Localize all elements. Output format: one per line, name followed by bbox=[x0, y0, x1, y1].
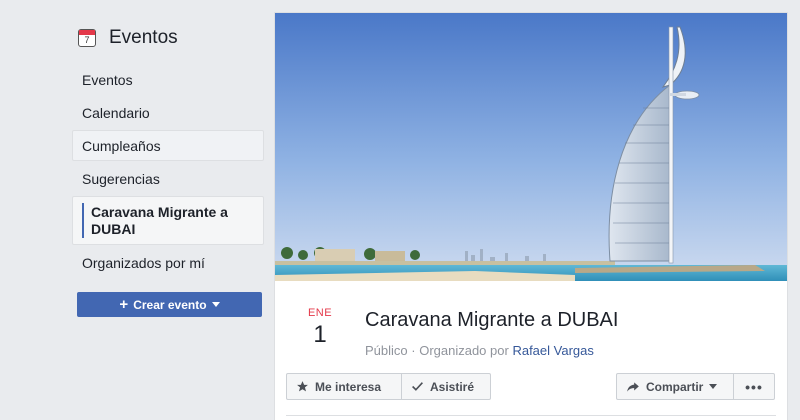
sidebar-item-eventos[interactable]: Eventos bbox=[72, 64, 264, 95]
event-privacy: Público bbox=[365, 343, 408, 358]
meta-separator: · bbox=[407, 343, 420, 358]
interested-button[interactable]: Me interesa bbox=[286, 373, 402, 400]
sidebar: 7 Eventos Eventos Calendario Cumpleaños … bbox=[72, 20, 264, 317]
sidebar-item-calendario[interactable]: Calendario bbox=[72, 97, 264, 128]
sidebar-item-label: Sugerencias bbox=[82, 170, 160, 187]
calendar-icon: 7 bbox=[78, 29, 96, 47]
share-label: Compartir bbox=[646, 379, 704, 394]
cover-image bbox=[275, 13, 787, 281]
sidebar-item-label: Calendario bbox=[82, 104, 150, 121]
sidebar-item-label: Caravana Migrante a DUBAI bbox=[91, 203, 228, 237]
sidebar-item-label: Eventos bbox=[82, 71, 133, 88]
event-cover-photo[interactable] bbox=[275, 13, 787, 281]
sidebar-item-current-event[interactable]: Caravana Migrante a DUBAI bbox=[72, 196, 264, 245]
organizer-link[interactable]: Rafael Vargas bbox=[512, 343, 593, 358]
ellipsis-icon: ••• bbox=[745, 378, 763, 395]
more-options-button[interactable]: ••• bbox=[733, 373, 775, 400]
event-day: 1 bbox=[313, 321, 327, 348]
chevron-down-icon bbox=[709, 384, 718, 389]
sidebar-item-sugerencias[interactable]: Sugerencias bbox=[72, 163, 264, 194]
sidebar-item-organizados[interactable]: Organizados por mí bbox=[72, 247, 264, 278]
create-event-button[interactable]: + Crear evento bbox=[77, 292, 262, 317]
event-date: ENE 1 bbox=[303, 307, 337, 349]
event-month: ENE bbox=[307, 307, 333, 319]
sidebar-nav: Eventos Calendario Cumpleaños Sugerencia… bbox=[72, 64, 264, 278]
going-label: Asistiré bbox=[430, 379, 475, 394]
sidebar-item-cumpleanos[interactable]: Cumpleaños bbox=[72, 130, 264, 161]
event-header: ENE 1 Caravana Migrante a DUBAI Público … bbox=[275, 303, 787, 363]
going-button[interactable]: Asistiré bbox=[401, 373, 491, 400]
sidebar-title: Eventos bbox=[109, 27, 178, 48]
sidebar-item-label: Organizados por mí bbox=[82, 254, 205, 271]
sidebar-header[interactable]: 7 Eventos bbox=[72, 20, 264, 56]
event-meta: Público · Organizado por Rafael Vargas bbox=[365, 343, 594, 358]
checkmark-icon bbox=[411, 380, 424, 393]
share-button[interactable]: Compartir bbox=[616, 373, 734, 400]
create-event-label: Crear evento bbox=[133, 297, 207, 312]
event-actions: Me interesa Asistiré Compartir ••• bbox=[286, 373, 776, 400]
share-arrow-icon bbox=[626, 381, 640, 393]
divider bbox=[286, 415, 776, 416]
sidebar-item-label: Cumpleaños bbox=[82, 137, 161, 154]
interested-label: Me interesa bbox=[315, 379, 382, 394]
star-icon bbox=[296, 380, 309, 393]
event-title: Caravana Migrante a DUBAI bbox=[365, 309, 619, 331]
organized-by-label: Organizado por bbox=[419, 343, 509, 358]
plus-icon: + bbox=[119, 296, 129, 313]
event-card: ENE 1 Caravana Migrante a DUBAI Público … bbox=[274, 12, 788, 420]
chevron-down-icon bbox=[211, 302, 220, 307]
